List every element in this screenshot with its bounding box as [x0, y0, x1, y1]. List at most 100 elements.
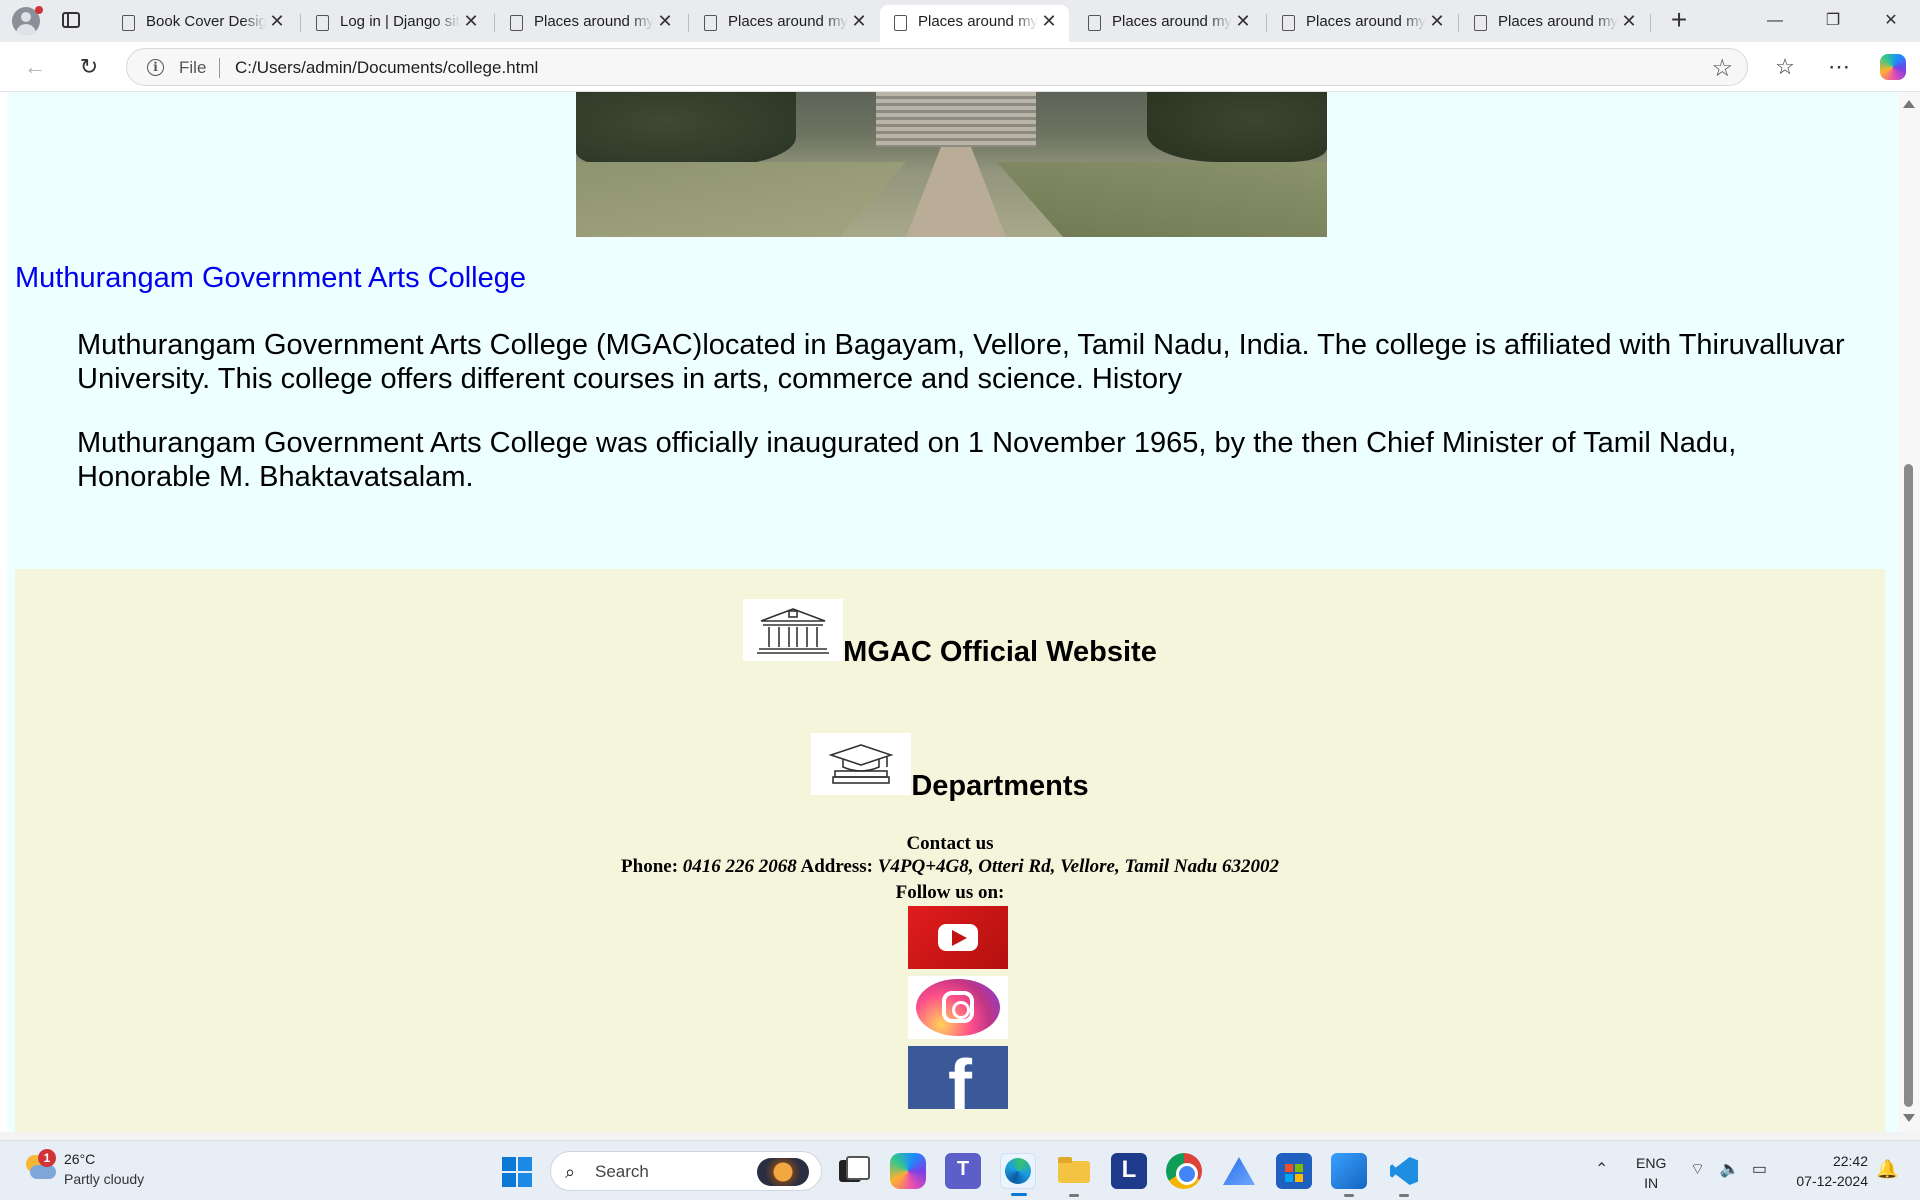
search-placeholder: Search [595, 1162, 649, 1181]
tab-title: Places around my [918, 13, 1038, 30]
departments-link[interactable]: Departments [15, 733, 1885, 803]
paint-icon[interactable] [1331, 1153, 1367, 1197]
document-icon [1088, 15, 1101, 31]
close-tab-icon[interactable]: ✕ [1039, 11, 1059, 31]
copilot-app-icon[interactable] [890, 1153, 926, 1189]
refresh-button[interactable]: ↻ [72, 50, 106, 84]
close-tab-icon[interactable]: ✕ [1619, 11, 1639, 31]
address-label: Address: [800, 856, 873, 877]
l-app-icon[interactable]: L [1111, 1153, 1147, 1189]
contact-title: Contact us [906, 833, 994, 854]
tray-chevron-up-icon[interactable]: ⌃ [1595, 1159, 1608, 1179]
start-windows-icon[interactable] [502, 1157, 532, 1187]
close-window-button[interactable]: ✕ [1868, 6, 1914, 36]
favorite-star-icon[interactable]: ☆ [1711, 54, 1733, 83]
tab-django-login[interactable]: Log in | Django site admin ✕ [302, 5, 491, 42]
official-website-link[interactable]: MGAC Official Website [15, 599, 1885, 669]
facebook-icon[interactable]: f [908, 1046, 1008, 1109]
tab-places-5[interactable]: Places around my ✕ [1268, 5, 1457, 42]
vertical-scrollbar[interactable] [1898, 92, 1920, 1132]
close-tab-icon[interactable]: ✕ [461, 11, 481, 31]
more-menu-icon[interactable]: ⋯ [1824, 52, 1854, 82]
tab-places-4[interactable]: Places around my ✕ [1074, 5, 1263, 42]
url-text[interactable]: C:/Users/admin/Documents/college.html [235, 58, 538, 78]
tab-title: Places around my [728, 13, 848, 30]
intro-paragraph: Muthurangam Government Arts College (MGA… [77, 329, 1845, 395]
weather-badge: 1 [38, 1149, 56, 1167]
tab-book-cover[interactable]: Book Cover Design ✕ [108, 5, 297, 42]
tab-title: Places around my [534, 13, 654, 30]
document-icon [704, 15, 717, 31]
edge-browser-icon[interactable] [1000, 1153, 1036, 1196]
address-divider [219, 58, 220, 78]
document-icon [894, 15, 907, 31]
weather-condition[interactable]: Partly cloudy [64, 1171, 144, 1187]
close-tab-icon[interactable]: ✕ [849, 11, 869, 31]
follow-label: Follow us on: [895, 882, 1005, 903]
task-view-icon[interactable] [834, 1153, 870, 1189]
tab-title: Book Cover Design [146, 13, 266, 30]
clock-date: 07-12-2024 [1796, 1173, 1868, 1189]
tab-actions-icon[interactable] [62, 12, 80, 28]
system-tray-icons[interactable]: ⌔ 🔈 ▭ [1690, 1159, 1767, 1179]
info-icon[interactable]: i [147, 59, 164, 76]
browser-toolbar: ← ↻ i File C:/Users/admin/Documents/coll… [0, 42, 1920, 92]
instagram-icon[interactable] [908, 976, 1008, 1039]
document-icon [122, 15, 135, 31]
page-footer: MGAC Official Website Departments Contac… [15, 569, 1885, 1132]
contact-details: Phone: 0416 226 2068 Address: V4PQ+4G8, … [15, 856, 1885, 878]
clock-time: 22:42 [1832, 1153, 1868, 1169]
teams-icon[interactable]: T [945, 1153, 981, 1189]
document-icon [510, 15, 523, 31]
tab-places-1[interactable]: Places around my ✕ [496, 5, 685, 42]
restore-button[interactable]: ❐ [1810, 6, 1856, 36]
language-indicator[interactable]: ENG IN [1636, 1153, 1666, 1193]
favorites-icon[interactable]: ☆ [1770, 52, 1800, 82]
tab-places-2[interactable]: Places around my ✕ [690, 5, 879, 42]
weather-temperature[interactable]: 26°C [64, 1151, 95, 1167]
graduation-cap-icon [811, 733, 912, 795]
address-bar[interactable]: i File C:/Users/admin/Documents/college.… [126, 48, 1748, 86]
volume-icon[interactable]: 🔈 [1720, 1161, 1740, 1178]
close-tab-icon[interactable]: ✕ [655, 11, 675, 31]
scheme-label: File [179, 58, 207, 77]
official-website-heading[interactable]: MGAC Official Website [843, 636, 1157, 668]
new-tab-button[interactable]: + [1665, 6, 1693, 35]
chrome-icon[interactable] [1166, 1153, 1202, 1189]
document-icon [1474, 15, 1487, 31]
battery-icon[interactable]: ▭ [1752, 1161, 1767, 1178]
tab-title: Log in | Django site admin [340, 13, 460, 30]
arc-app-icon[interactable] [1221, 1153, 1257, 1189]
scroll-up-arrow-icon[interactable] [1903, 100, 1915, 108]
notification-dot [35, 6, 43, 14]
system-clock[interactable]: 22:42 07-12-2024 [1784, 1151, 1868, 1191]
file-explorer-icon[interactable] [1056, 1153, 1092, 1197]
region-code: IN [1644, 1175, 1659, 1191]
back-button[interactable]: ← [18, 50, 52, 84]
scroll-thumb[interactable] [1904, 464, 1913, 1107]
document-icon [316, 15, 329, 31]
phone-number: 0416 226 2068 [682, 856, 797, 877]
search-icon: ⌕ [565, 1162, 576, 1182]
language-code: ENG [1636, 1155, 1667, 1171]
close-tab-icon[interactable]: ✕ [1233, 11, 1253, 31]
close-tab-icon[interactable]: ✕ [267, 11, 287, 31]
wifi-icon[interactable]: ⌔ [1690, 1161, 1705, 1178]
close-tab-icon[interactable]: ✕ [1427, 11, 1447, 31]
tab-title: Places around my [1498, 13, 1618, 30]
notification-bell-icon[interactable]: 🔔 [1876, 1159, 1898, 1180]
microsoft-store-icon[interactable] [1276, 1153, 1312, 1189]
page-viewport: Muthurangam Government Arts College Muth… [0, 92, 1920, 1132]
tab-places-6[interactable]: Places around my ✕ [1460, 5, 1649, 42]
departments-heading[interactable]: Departments [911, 770, 1088, 802]
tab-places-active[interactable]: Places around my ✕ [880, 5, 1069, 42]
vscode-icon[interactable] [1386, 1153, 1422, 1197]
youtube-icon[interactable] [908, 906, 1008, 969]
tab-title: Places around my [1306, 13, 1426, 30]
college-name-link[interactable]: Muthurangam Government Arts College [15, 262, 526, 295]
minimize-button[interactable]: — [1752, 6, 1798, 36]
scroll-down-arrow-icon[interactable] [1903, 1114, 1915, 1122]
tab-strip: Book Cover Design ✕ Log in | Django site… [0, 0, 1920, 42]
taskbar-search[interactable]: ⌕ Search [550, 1151, 822, 1191]
copilot-icon[interactable] [1880, 54, 1906, 80]
